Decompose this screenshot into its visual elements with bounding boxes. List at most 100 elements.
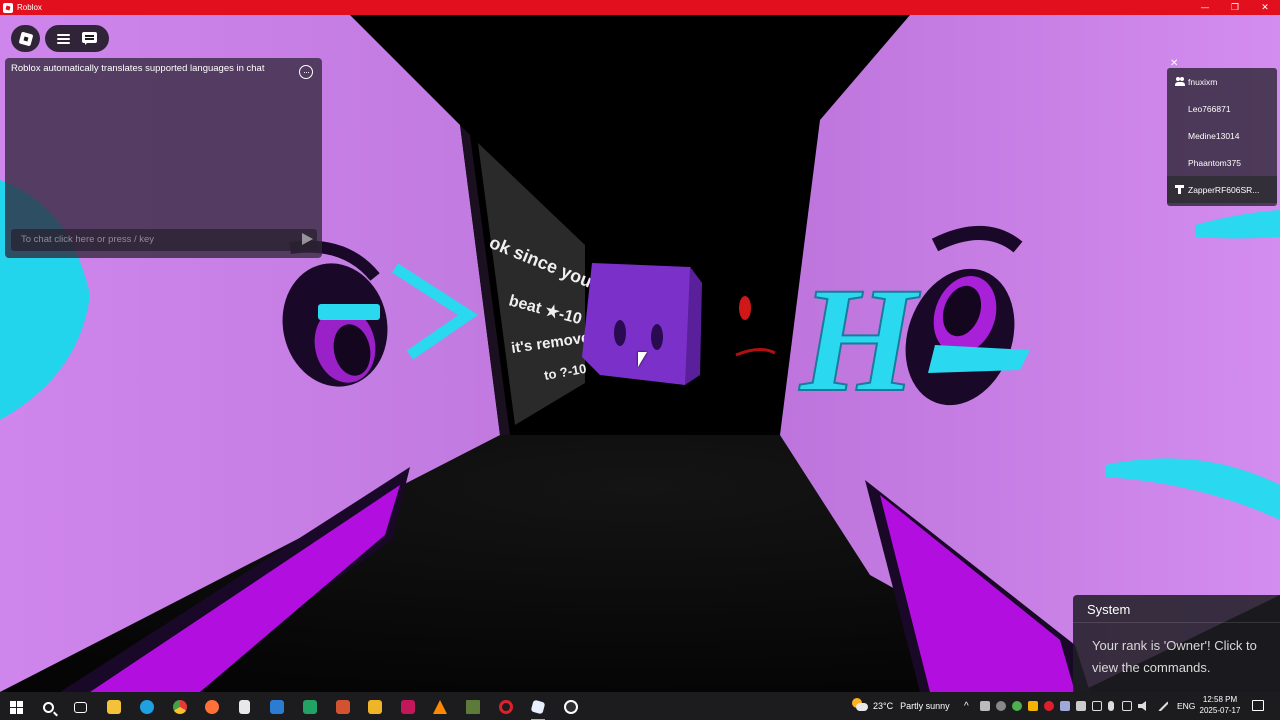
cube-right-eye [651, 324, 663, 350]
search-icon [42, 701, 54, 713]
weather-description: Partly sunny [900, 701, 950, 711]
window-controls: — ❐ ✕ [1190, 0, 1280, 15]
roblox-icon [530, 699, 546, 715]
screen: Roblox — ❐ ✕ ok since you can't beat ★-1… [0, 0, 1280, 720]
taskbar-notepad[interactable] [234, 697, 254, 717]
task-view-button[interactable] [70, 697, 90, 717]
taskbar-obs[interactable] [561, 697, 581, 717]
mouse-cursor-icon [638, 352, 647, 367]
notification-center-icon[interactable] [1252, 700, 1264, 711]
topbar-button-group [45, 25, 109, 52]
search-button[interactable] [38, 697, 58, 717]
tray-app-icon[interactable] [1060, 701, 1070, 711]
restore-button[interactable]: ❐ [1220, 0, 1250, 15]
taskbar-edge[interactable] [137, 697, 157, 717]
player-row[interactable]: Medine13014 [1167, 122, 1277, 149]
red-figure-eye [739, 296, 751, 320]
taskbar-file-explorer[interactable] [104, 697, 124, 717]
tray-app-icon[interactable] [1012, 701, 1022, 711]
send-icon[interactable] [302, 233, 313, 245]
tray-chevron[interactable]: ^ [964, 692, 969, 720]
player-name: Phaantom375 [1188, 157, 1241, 168]
player-name: fnuxixm [1188, 76, 1218, 87]
taskbar-app-pink[interactable] [398, 697, 418, 717]
language-indicator[interactable]: ENG [1177, 692, 1195, 720]
grass-block-icon [466, 700, 480, 714]
taskbar-minecraft[interactable] [463, 697, 483, 717]
folder-icon [107, 700, 121, 714]
chat-input-placeholder: To chat click here or press / key [21, 234, 155, 245]
chat-input[interactable]: To chat click here or press / key [11, 229, 317, 251]
player-name: Leo766871 [1188, 103, 1231, 114]
taskbar-clock[interactable]: 12:58 PM 2025-07-17 [1198, 694, 1242, 716]
network-icon[interactable] [1122, 701, 1132, 711]
taskbar-word[interactable] [267, 697, 287, 717]
cube-left-eye [614, 320, 626, 346]
chat-system-message: Roblox automatically translates supporte… [11, 63, 265, 74]
player-row[interactable]: Leo766871 [1167, 95, 1277, 122]
chat-toggle-icon[interactable] [82, 32, 97, 45]
start-button[interactable] [6, 697, 26, 717]
document-icon [238, 700, 250, 714]
edge-icon [140, 700, 154, 714]
red-figure-mouth [735, 348, 776, 357]
excel-icon [303, 700, 317, 714]
weather-temperature: 23°C [873, 701, 894, 711]
chat-window: Roblox automatically translates supporte… [5, 58, 322, 258]
cyan-letter-h: H [798, 257, 921, 423]
tray-app-icon[interactable] [980, 701, 990, 711]
clock-date: 2025-07-17 [1199, 706, 1241, 715]
notification-message: Your rank is 'Owner'! Click to view the … [1092, 638, 1257, 675]
window-titlebar: Roblox — ❐ ✕ [0, 0, 1280, 15]
player-row[interactable]: Phaantom375 [1167, 149, 1277, 176]
weather-partly-sunny-icon[interactable] [852, 698, 868, 712]
chat-more-icon[interactable]: ··· [299, 65, 313, 79]
obs-icon [564, 700, 578, 714]
chrome-icon [173, 700, 187, 714]
app-icon [368, 700, 382, 714]
tray-app-icon[interactable] [1028, 701, 1038, 711]
player-name: ZapperRF606SR... [1188, 184, 1260, 195]
player-list: fnuxixm Leo766871 Medine13014 Phaantom37… [1167, 68, 1277, 206]
player-row[interactable]: ZapperRF606SR... [1167, 176, 1277, 203]
task-view-icon [73, 701, 87, 713]
taskbar-roblox[interactable] [528, 697, 548, 720]
right-cyan-bar [928, 345, 1030, 373]
notification-header: System [1073, 595, 1280, 623]
minimize-button[interactable]: — [1190, 0, 1220, 15]
window-title: Roblox [17, 3, 42, 12]
close-window-button[interactable]: ✕ [1250, 0, 1280, 15]
player-name: Medine13014 [1188, 130, 1240, 141]
tray-app-icon[interactable] [1044, 701, 1054, 711]
taskbar-vlc[interactable] [430, 697, 450, 717]
notification-title: System [1087, 602, 1131, 617]
microphone-icon[interactable] [1108, 701, 1114, 711]
premium-icon [1175, 185, 1184, 194]
word-icon [270, 700, 284, 714]
clock-time: 12:58 PM [1202, 695, 1238, 704]
vlc-cone-icon [433, 700, 447, 714]
firefox-icon [205, 700, 219, 714]
roblox-app-icon [3, 2, 13, 13]
system-notification[interactable]: System Your rank is 'Owner'! Click to vi… [1073, 595, 1280, 693]
hamburger-menu-icon[interactable] [57, 33, 70, 44]
weather-widget[interactable]: 23°C Partly sunny [873, 692, 950, 720]
player-row[interactable]: fnuxixm [1167, 68, 1277, 95]
tray-app-icon[interactable] [996, 701, 1006, 711]
taskbar-app-yellow[interactable] [365, 697, 385, 717]
taskbar-opera[interactable] [496, 697, 516, 717]
roblox-logo-icon [18, 31, 33, 46]
taskbar-excel[interactable] [300, 697, 320, 717]
tray-app-icon[interactable] [1076, 701, 1086, 711]
windows-taskbar [0, 692, 1280, 720]
friends-icon [1175, 77, 1185, 86]
taskbar-chrome[interactable] [170, 697, 190, 717]
tray-app-icon[interactable] [1092, 701, 1102, 711]
opera-icon [499, 700, 513, 714]
roblox-menu-button[interactable] [11, 25, 40, 52]
taskbar-powerpoint[interactable] [333, 697, 353, 717]
powerpoint-icon [336, 700, 350, 714]
taskbar-firefox[interactable] [202, 697, 222, 717]
left-cyan-bar [318, 304, 380, 320]
app-icon [401, 700, 415, 714]
